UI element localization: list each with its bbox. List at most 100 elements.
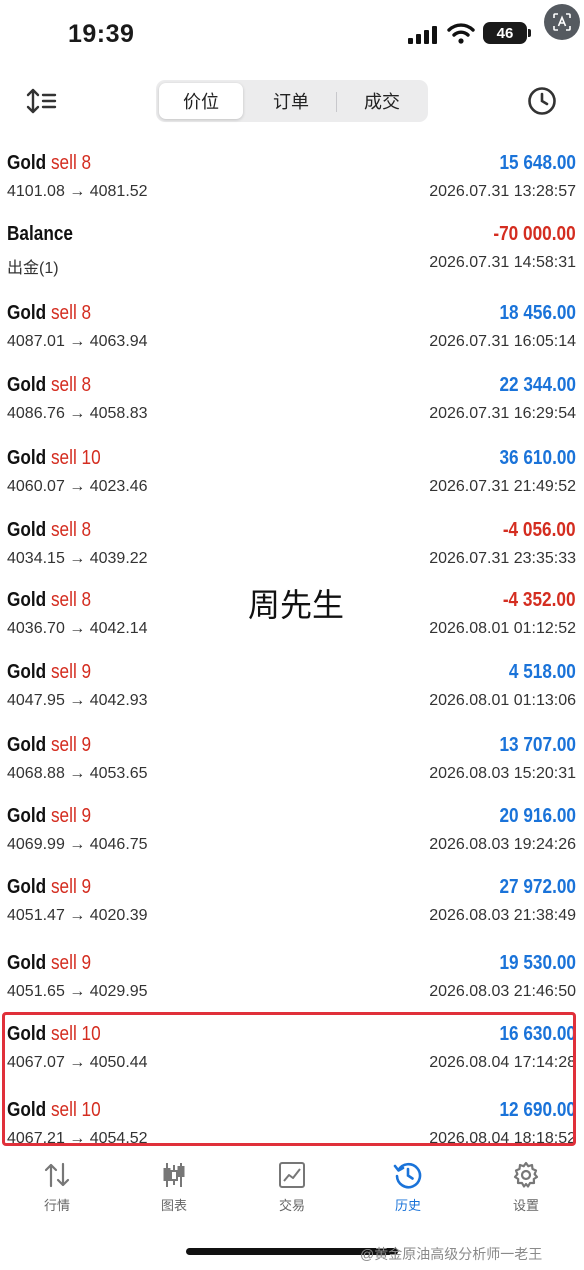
deal-title: Gold sell 8: [7, 519, 91, 542]
clock-icon[interactable]: [527, 86, 557, 116]
deal-side-volume: sell 9: [50, 805, 92, 827]
deal-side-volume: sell 9: [50, 661, 92, 683]
history-row[interactable]: Gold sell 9 20 916.00 4069.99 → 4046.75 202…: [0, 805, 584, 867]
tab-trade[interactable]: 交易: [252, 1160, 332, 1222]
tab-charts-label: 图表: [160, 1198, 187, 1213]
deal-profit: -4 056.00: [503, 519, 576, 541]
deal-time: 2026.07.31 14:58:31: [429, 254, 576, 271]
tab-history-label: 历史: [394, 1198, 421, 1213]
symbol: Gold: [7, 302, 47, 324]
history-row[interactable]: Gold sell 9 19 530.00 4051.65 → 4029.95 202…: [0, 952, 584, 1014]
deal-time: 2026.07.31 21:49:52: [429, 478, 576, 495]
deal-prices: 4069.99 → 4046.75: [7, 836, 148, 853]
deal-prices: 4047.95 → 4042.93: [7, 692, 148, 709]
deal-time: 2026.08.04 18:18:52: [429, 1130, 576, 1147]
deal-side-volume: sell 10: [50, 1099, 101, 1121]
history-row[interactable]: Gold sell 10 16 630.00 4067.07 → 4050.44 20…: [0, 1023, 584, 1085]
deal-title: Gold sell 8: [7, 589, 91, 612]
deal-title: Gold sell 10: [7, 447, 101, 470]
deal-title: Gold sell 10: [7, 1099, 101, 1122]
deal-time: 2026.08.03 19:24:26: [429, 836, 576, 853]
deal-side-volume: sell 9: [50, 734, 92, 756]
battery-cap: [528, 29, 531, 37]
deal-profit: 36 610.00: [499, 447, 576, 469]
symbol: Gold: [7, 734, 47, 756]
history-row[interactable]: Gold sell 9 27 972.00 4051.47 → 4020.39 202…: [0, 876, 584, 938]
gear-icon: [513, 1161, 539, 1188]
trade-chart-icon: [279, 1162, 305, 1188]
deal-prices: 4101.08 → 4081.52: [7, 183, 148, 200]
history-row[interactable]: Gold sell 8 -4 056.00 4034.15 → 4039.22 202…: [0, 519, 584, 581]
overlay-name: 周先生: [248, 586, 345, 624]
weibo-watermark: @黄金原油高级分析师一老王: [360, 1246, 543, 1262]
deal-profit: 4 518.00: [509, 661, 576, 683]
deal-time: 2026.08.04 17:14:28: [429, 1054, 576, 1071]
tab-quotes[interactable]: 行情: [17, 1160, 97, 1222]
deal-side-volume: sell 9: [50, 952, 92, 974]
history-row[interactable]: Gold sell 9 4 518.00 4047.95 → 4042.93 2026…: [0, 661, 584, 723]
tab-trade-label: 交易: [278, 1198, 305, 1213]
deal-title: Gold sell 8: [7, 374, 91, 397]
tab-orders[interactable]: 订单: [249, 83, 333, 119]
symbol: Gold: [7, 876, 47, 898]
deal-prices: 4067.21 → 4054.52: [7, 1130, 148, 1147]
deal-title: Gold sell 9: [7, 876, 91, 899]
history-clock-icon: [393, 1162, 422, 1189]
deal-prices: 4086.76 → 4058.83: [7, 405, 148, 422]
symbol: Gold: [7, 1023, 47, 1045]
deal-time: 2026.08.03 15:20:31: [429, 765, 576, 782]
deal-title: Balance: [7, 223, 73, 246]
deal-title: Gold sell 9: [7, 805, 91, 828]
deal-title: Gold sell 9: [7, 952, 91, 975]
symbol: Gold: [7, 374, 47, 396]
tab-settings[interactable]: 设置: [486, 1160, 566, 1222]
deal-profit: 22 344.00: [499, 374, 576, 396]
deal-prices: 4051.47 → 4020.39: [7, 907, 148, 924]
deal-side-volume: sell 8: [50, 302, 92, 324]
candlestick-icon: [163, 1163, 185, 1187]
deal-prices: 4036.70 → 4042.14: [7, 620, 148, 637]
symbol: Gold: [7, 805, 47, 827]
deal-prices: 4068.88 → 4053.65: [7, 765, 148, 782]
deal-side-volume: sell 8: [50, 589, 92, 611]
deal-time: 2026.08.01 01:13:06: [429, 692, 576, 709]
tab-settings-label: 设置: [512, 1198, 539, 1213]
symbol: Gold: [7, 519, 47, 541]
deal-prices: 4060.07 → 4023.46: [7, 478, 148, 495]
segmented-control: 价位 订单 成交: [156, 80, 428, 122]
history-row[interactable]: Gold sell 9 13 707.00 4068.88 → 4053.65 202…: [0, 734, 584, 796]
deal-profit: 18 456.00: [499, 302, 576, 324]
tab-deals[interactable]: 成交: [340, 83, 424, 119]
deal-time: 2026.07.31 23:35:33: [429, 550, 576, 567]
deal-title: Gold sell 8: [7, 152, 91, 175]
deal-time: 2026.07.31 13:28:57: [429, 183, 576, 200]
deal-profit: -70 000.00: [493, 223, 576, 245]
status-time: 19:39: [68, 20, 135, 48]
tab-positions[interactable]: 价位: [159, 83, 243, 119]
tab-charts[interactable]: 图表: [134, 1160, 214, 1222]
sort-icon[interactable]: [26, 86, 58, 116]
history-row[interactable]: Balance -70 000.00 出金(1) 2026.07.31 14:58:3…: [0, 223, 584, 285]
history-row[interactable]: Gold sell 8 15 648.00 4101.08 → 4081.52 202…: [0, 152, 584, 214]
deal-profit: -4 352.00: [503, 589, 576, 611]
history-row[interactable]: Gold sell 10 36 610.00 4060.07 → 4023.46 20…: [0, 447, 584, 509]
symbol: Gold: [7, 1099, 47, 1121]
symbol: Gold: [7, 952, 47, 974]
history-row[interactable]: Gold sell 8 18 456.00 4087.01 → 4063.94 202…: [0, 302, 584, 364]
deal-profit: 20 916.00: [499, 805, 576, 827]
tab-history[interactable]: 历史: [368, 1160, 448, 1222]
deal-side-volume: sell 8: [50, 152, 92, 174]
deal-time: 2026.07.31 16:05:14: [429, 333, 576, 350]
deal-title: Gold sell 8: [7, 302, 91, 325]
bottom-tab-bar: 行情 图表 交易 历史 设置: [0, 1150, 584, 1230]
deal-side-volume: sell 9: [50, 876, 92, 898]
deal-profit: 19 530.00: [499, 952, 576, 974]
deal-time: 2026.08.03 21:38:49: [429, 907, 576, 924]
history-row[interactable]: Gold sell 8 22 344.00 4086.76 → 4058.83 202…: [0, 374, 584, 436]
tab-quotes-label: 行情: [43, 1198, 70, 1213]
screenshot-text-button[interactable]: [544, 4, 580, 40]
arrows-updown-icon: [44, 1162, 70, 1188]
deal-side-volume: sell 10: [50, 447, 101, 469]
deal-side-volume: sell 8: [50, 374, 92, 396]
symbol: Gold: [7, 661, 47, 683]
